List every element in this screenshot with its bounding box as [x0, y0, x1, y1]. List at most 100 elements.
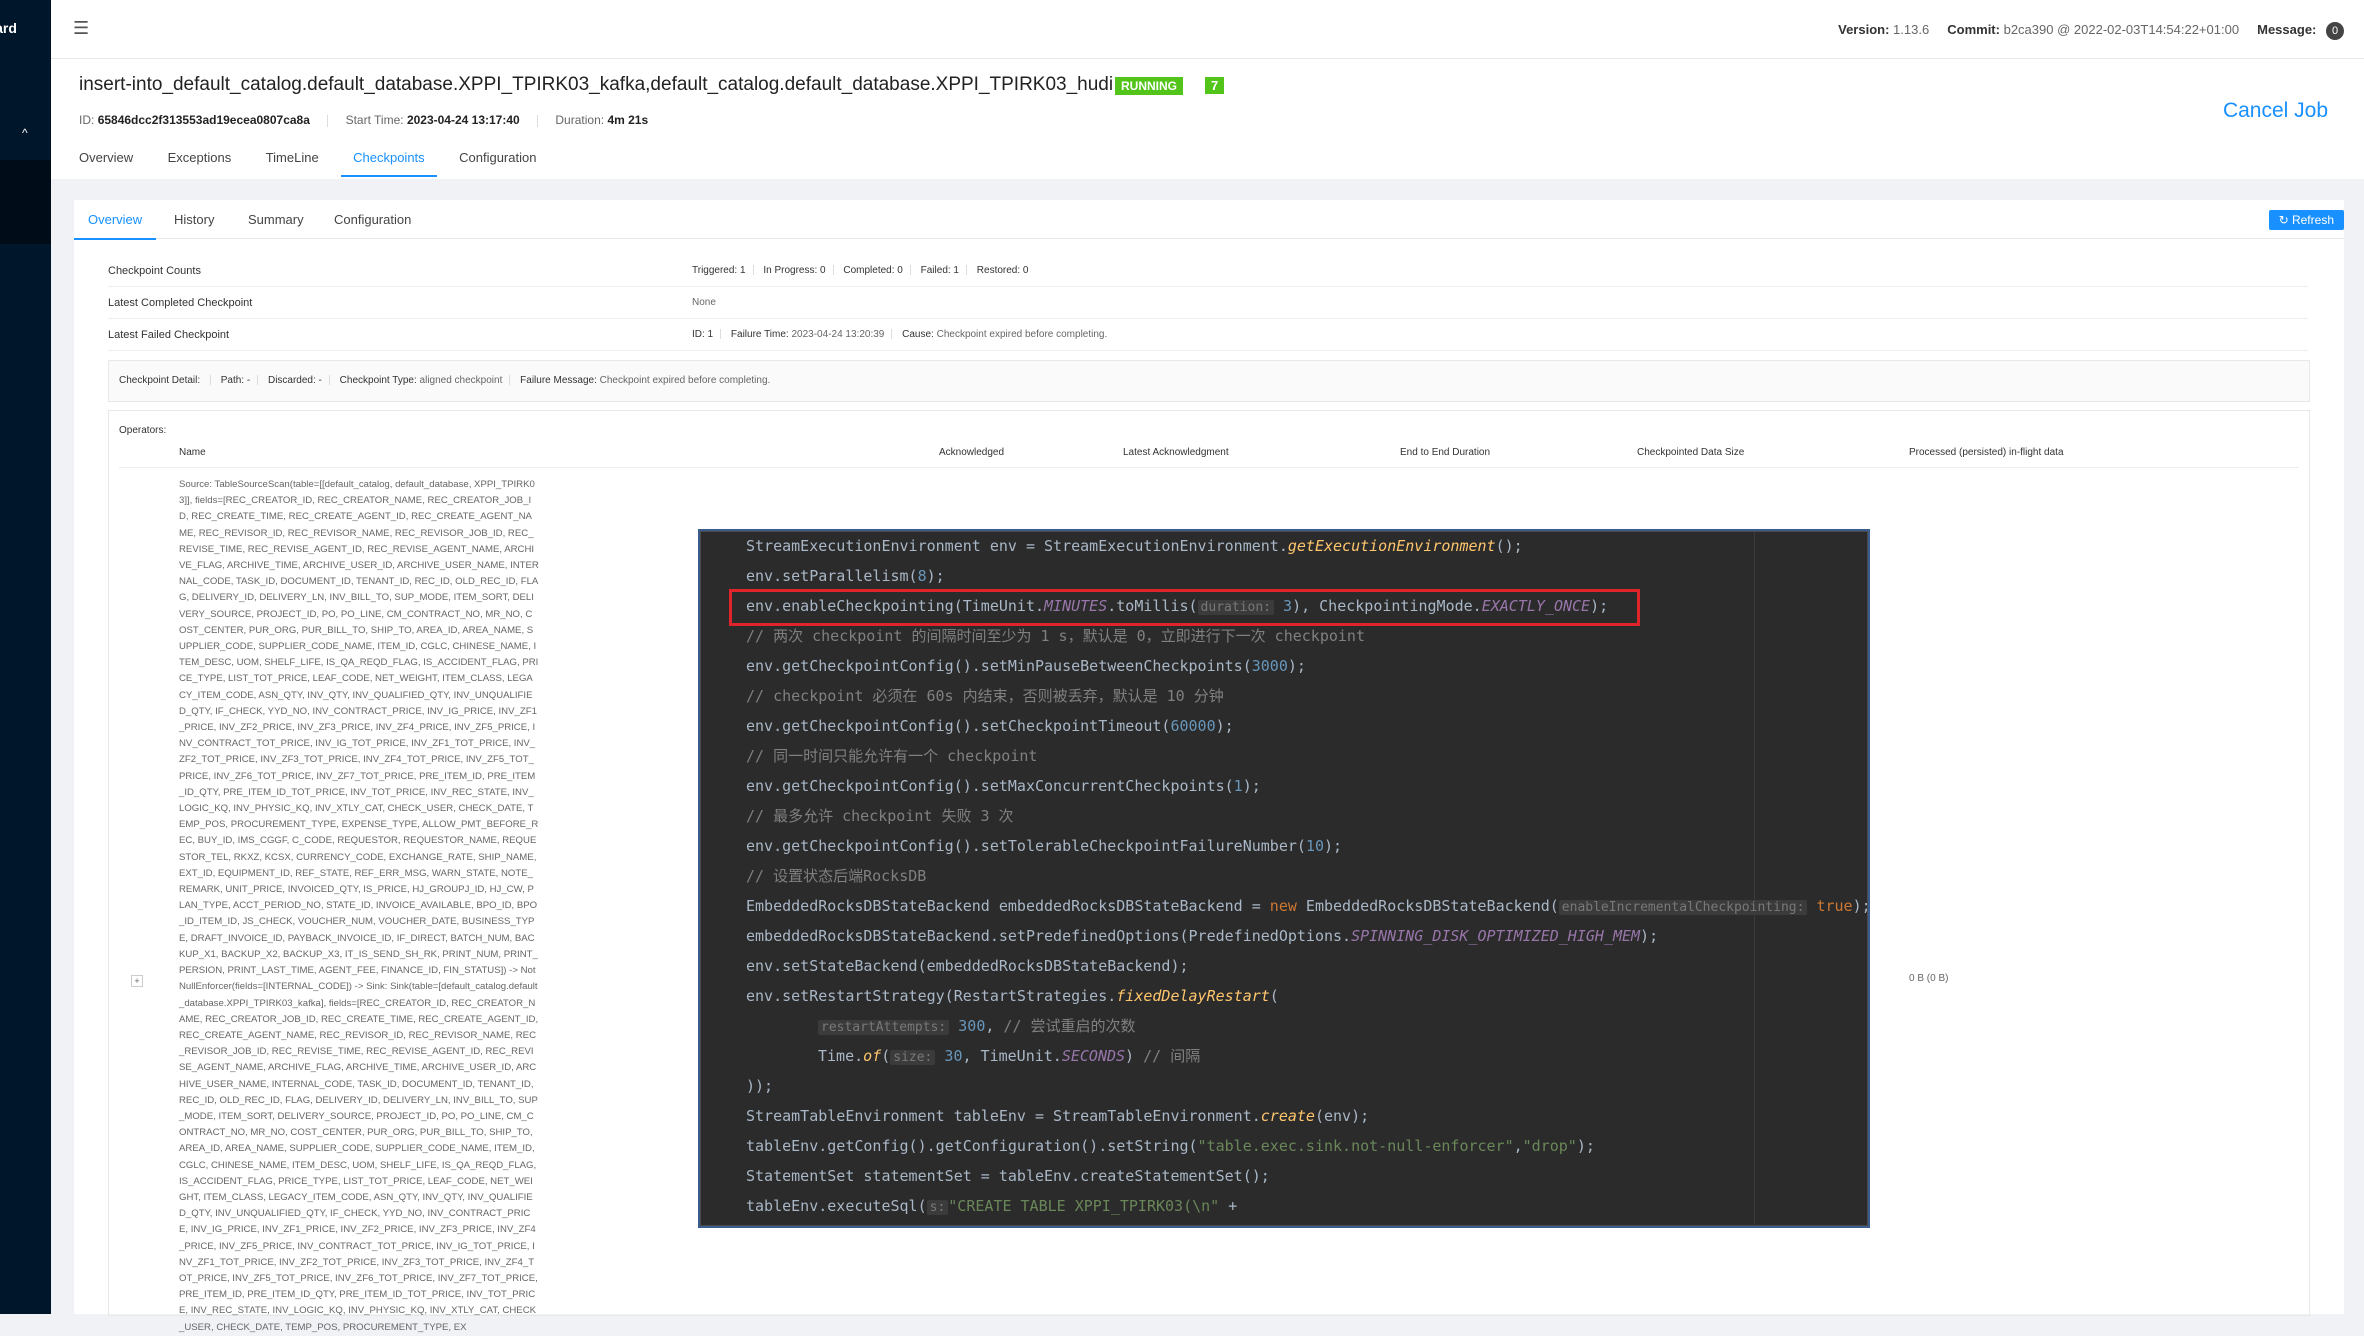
checkpoint-subtabs: Overview History Summary Configuration ↻… [74, 200, 2344, 240]
column-end-to-end-duration: End to End Duration [1400, 447, 1491, 458]
sidebar-brand[interactable]: board [0, 20, 51, 36]
code-comment: // 设置状态后端RocksDB [746, 867, 927, 885]
column-latest-acknowledgment: Latest Acknowledgment [1123, 447, 1229, 458]
latest-failed-row: Latest Failed Checkpoint ID: 1 Failure T… [108, 320, 2308, 351]
detail-path: Path: - [220, 375, 251, 386]
code-line: StreamTableEnvironment tableEnv = Stream… [746, 1107, 1370, 1125]
code-line: env.getCheckpointConfig().setTolerableCh… [746, 837, 1343, 855]
checkpoint-counts-value: Triggered: 1 In Progress: 0 Completed: 0… [692, 265, 1028, 276]
refresh-icon: ↻ [2278, 213, 2289, 227]
column-acknowledged: Acknowledged [939, 447, 1005, 458]
sidebar: board ^ [0, 0, 51, 1314]
start-time-label: Start Time: [345, 113, 404, 127]
failure-time-label: Failure Time: [730, 329, 789, 340]
operators-label: Operators: [119, 425, 167, 436]
detail-failure-label: Failure Message: [520, 375, 597, 386]
version-value: 1.13.6 [1893, 22, 1930, 37]
collapse-chevron-icon[interactable]: ^ [22, 126, 28, 140]
start-time-value: 2023-04-24 13:17:40 [406, 113, 520, 127]
job-id-value: 65846dcc2f313553ad19ecea0807ca8a [97, 113, 310, 127]
code-line: restartAttempts: 300, // 尝试重启的次数 [818, 1011, 1136, 1041]
detail-type-value: aligned checkpoint [419, 375, 503, 386]
job-status-badge: RUNNING [1115, 77, 1183, 95]
code-line: env.getCheckpointConfig().setMinPauseBet… [746, 657, 1306, 675]
checkpoint-detail: Checkpoint Detail: Path: - Discarded: - … [108, 360, 2310, 402]
code-line: tableEnv.executeSql(s: "CREATE TABLE XPPI… [746, 1197, 1238, 1215]
tab-exceptions[interactable]: Exceptions [168, 150, 232, 175]
expand-row-icon[interactable]: + [131, 975, 143, 987]
triggered-count: Triggered: 1 [692, 265, 746, 276]
code-line: tableEnv.getConfig().getConfiguration().… [746, 1137, 1595, 1155]
brand-label: board [0, 20, 17, 36]
cancel-job-button[interactable]: Cancel Job [2223, 99, 2328, 123]
menu-toggle-icon[interactable]: ☰ [73, 18, 89, 39]
subtab-overview[interactable]: Overview [74, 212, 157, 240]
code-line: embeddedRocksDBStateBackend.setPredefine… [746, 927, 1659, 945]
column-name: Name [179, 447, 206, 458]
tab-overview[interactable]: Overview [79, 150, 133, 175]
code-comment: // 同一时间只能允许有一个 checkpoint [746, 747, 1038, 765]
subtab-history[interactable]: History [174, 212, 214, 227]
persisted-data-value: 0 B (0 B) [1909, 973, 1949, 984]
detail-discarded: Discarded: - [267, 375, 322, 386]
code-comment: // checkpoint 必须在 60s 内结束，否则被丢弃，默认是 10 分… [746, 687, 1224, 705]
tab-configuration[interactable]: Configuration [459, 150, 536, 175]
subtab-configuration[interactable]: Configuration [334, 212, 411, 227]
detail-type-label: Checkpoint Type: [339, 375, 417, 386]
job-id-label: ID: [79, 113, 95, 127]
code-line: )); [746, 1077, 774, 1095]
failed-id: ID: 1 [692, 329, 714, 340]
code-snippet-overlay: StreamExecutionEnvironment env = StreamE… [700, 531, 1868, 1226]
restored-count: Restored: 0 [976, 265, 1029, 276]
checkpoint-detail-text: Checkpoint Detail: Path: - Discarded: - … [119, 375, 770, 386]
cause-label: Cause: [902, 329, 934, 340]
cause-value: Checkpoint expired before completing. [936, 329, 1108, 340]
latest-completed-value: None [692, 297, 716, 308]
completed-count: Completed: 0 [843, 265, 903, 276]
code-line: StreamExecutionEnvironment env = StreamE… [746, 537, 1523, 555]
tab-timeline[interactable]: TimeLine [266, 150, 319, 175]
refresh-label: Refresh [2291, 213, 2334, 227]
job-tabs: Overview Exceptions TimeLine Checkpoints… [79, 149, 566, 177]
job-title: insert-into_default_catalog.default_data… [79, 74, 1114, 95]
subtab-summary[interactable]: Summary [248, 212, 304, 227]
code-line: env.setStateBackend(embeddedRocksDBState… [746, 957, 1189, 975]
code-line: EmbeddedRocksDBStateBackend embeddedRock… [746, 897, 1867, 915]
message-label[interactable]: Message: [2257, 22, 2316, 37]
duration-label: Duration: [555, 113, 605, 127]
operator-name: Source: TableSourceScan(table=[[default_… [179, 479, 539, 1333]
job-header: insert-into_default_catalog.default_data… [51, 59, 2364, 179]
latest-failed-label: Latest Failed Checkpoint [108, 329, 230, 341]
top-bar: ☰ Version: 1.13.6 Commit: b2ca390 @ 2022… [51, 0, 2364, 59]
commit-value: b2ca390 @ 2022-02-03T14:54:22+01:00 [2003, 22, 2240, 37]
sidebar-selected-item[interactable] [0, 160, 51, 244]
code-line: env.getCheckpointConfig().setMaxConcurre… [746, 777, 1261, 795]
failure-time-value: 2023-04-24 13:20:39 [791, 329, 885, 340]
duration-value: 4m 21s [607, 113, 649, 127]
code-line-highlighted: env.enableCheckpointing(TimeUnit.MINUTES… [746, 597, 1609, 615]
version-info: Version: 1.13.6 Commit: b2ca390 @ 2022-0… [1838, 22, 2344, 40]
in-progress-count: In Progress: 0 [763, 265, 826, 276]
version-label: Version: [1838, 22, 1890, 37]
checkpoint-counts-label: Checkpoint Counts [108, 265, 201, 277]
latest-completed-label: Latest Completed Checkpoint [108, 297, 253, 309]
code-line: env.setRestartStrategy(RestartStrategies… [746, 987, 1279, 1005]
code-comment: // 两次 checkpoint 的间隔时间至少为 1 s，默认是 0，立即进行… [746, 627, 1365, 645]
commit-label: Commit: [1947, 22, 2000, 37]
code-comment: // 最多允许 checkpoint 失败 3 次 [746, 807, 1014, 825]
detail-failure-value: Checkpoint expired before completing. [599, 375, 771, 386]
code-line: Time.of(size: 30, TimeUnit.SECONDS) // 间… [818, 1047, 1201, 1065]
code-line: env.getCheckpointConfig().setCheckpointT… [746, 717, 1234, 735]
column-checkpointed-data-size: Checkpointed Data Size [1637, 447, 1745, 458]
code-line: env.setParallelism(8); [746, 567, 945, 585]
message-count-badge[interactable]: 0 [2326, 22, 2344, 40]
code-line: StatementSet statementSet = tableEnv.cre… [746, 1167, 1270, 1185]
job-meta: ID: 65846dcc2f313553ad19ecea0807ca8a Sta… [79, 113, 648, 127]
checkpoint-counts-row: Checkpoint Counts Triggered: 1 In Progre… [108, 256, 2308, 287]
failed-count: Failed: 1 [920, 265, 959, 276]
detail-label: Checkpoint Detail: [119, 375, 201, 386]
refresh-button[interactable]: ↻ Refresh [2268, 210, 2344, 230]
latest-failed-value: ID: 1 Failure Time: 2023-04-24 13:20:39 … [692, 329, 1107, 340]
column-processed-in-flight-data: Processed (persisted) in-flight data [1909, 447, 2064, 458]
tab-checkpoints[interactable]: Checkpoints [341, 150, 437, 177]
